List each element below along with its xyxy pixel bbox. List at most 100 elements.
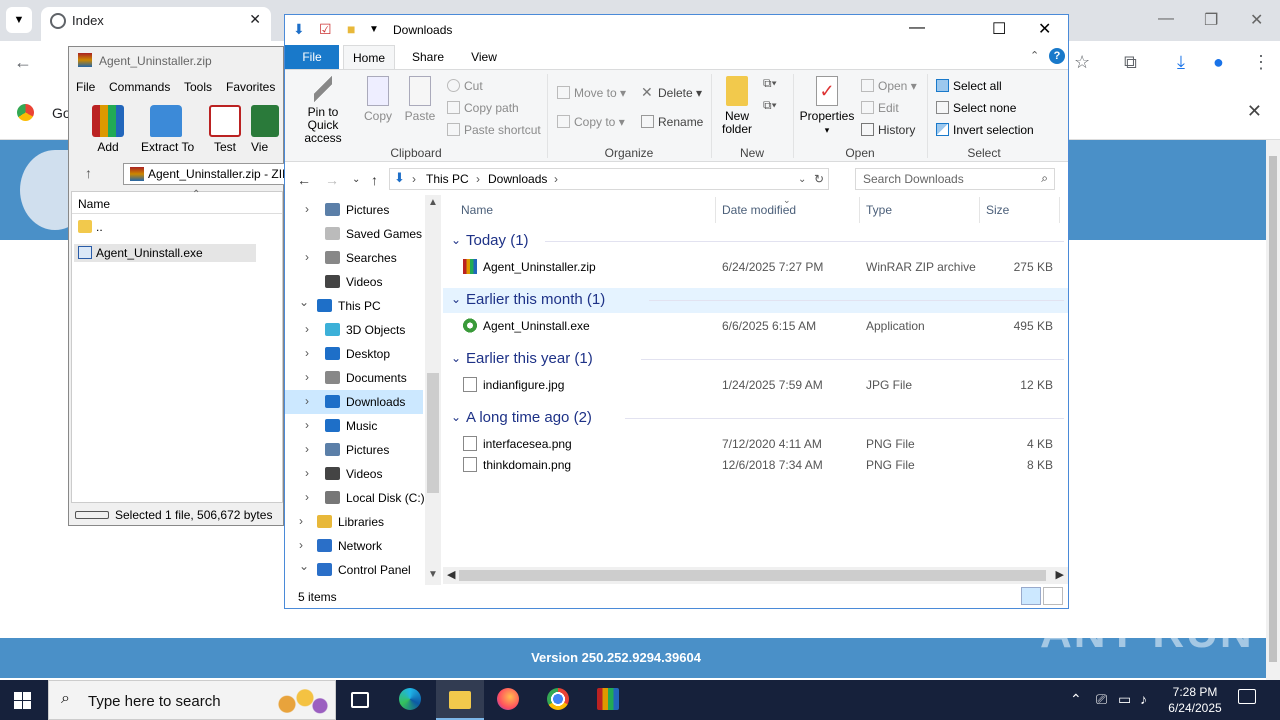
tab-home[interactable]: Home	[343, 45, 395, 69]
chevron-down-icon[interactable]: ⌄	[299, 295, 309, 309]
browser-tab[interactable]: Index ✕	[41, 7, 271, 41]
taskbar-winrar[interactable]	[584, 680, 632, 720]
nav-item-saved-games[interactable]: Saved Games	[285, 222, 423, 246]
taskbar-file-explorer[interactable]	[436, 680, 484, 720]
winrar-menu-commands[interactable]: Commands	[109, 80, 170, 94]
chevron-down-icon[interactable]: ⌄	[451, 292, 461, 306]
winrar-menu-file[interactable]: File	[76, 80, 95, 94]
profile-icon[interactable]: ●	[1213, 52, 1224, 73]
up-arrow-icon[interactable]: ↑	[371, 172, 378, 188]
nav-item-documents[interactable]: › Documents	[285, 366, 423, 390]
open-button[interactable]: Open ▾	[861, 79, 917, 93]
tray-overflow-icon[interactable]: ⌃	[1070, 691, 1082, 708]
nav-item-music[interactable]: › Music	[285, 414, 423, 438]
nav-item-control-panel[interactable]: ⌄ Control Panel	[285, 558, 423, 582]
hscroll-thumb[interactable]	[459, 570, 1046, 581]
bookmark-star-icon[interactable]: ☆	[1074, 52, 1090, 73]
nav-item-libraries[interactable]: › Libraries	[285, 510, 423, 534]
address-dropdown-icon[interactable]: ⌄	[798, 174, 806, 185]
explorer-minimize-button[interactable]: —	[909, 19, 925, 37]
winrar-address-field[interactable]: Agent_Uninstaller.zip - ZIP	[123, 163, 285, 185]
nav-item-pictures-2[interactable]: › Pictures	[285, 438, 423, 462]
taskbar-clock[interactable]: 7:28 PM 6/24/2025	[1160, 684, 1230, 716]
chevron-right-icon[interactable]: ›	[305, 442, 309, 456]
tab-view[interactable]: View	[461, 45, 507, 69]
horizontal-scrollbar[interactable]: ◀ ▶	[443, 567, 1068, 584]
chevron-down-icon[interactable]: ⌄	[451, 410, 461, 424]
winrar-view-button[interactable]: Vie	[251, 105, 285, 153]
cut-button[interactable]: Cut	[447, 79, 483, 93]
file-row[interactable]: Agent_Uninstall.exe 6/6/2025 6:15 AM Appli…	[443, 315, 1068, 336]
browser-close-button[interactable]: ✕	[1250, 10, 1263, 30]
pin-quick-access-button[interactable]: Pin to Quick access	[291, 76, 355, 145]
chevron-down-icon[interactable]: ⌄	[451, 351, 461, 365]
chevron-right-icon[interactable]: ›	[305, 394, 309, 408]
chevron-right-icon[interactable]: ›	[305, 466, 309, 480]
scroll-up-icon[interactable]: ▲	[428, 197, 438, 208]
back-arrow-icon[interactable]: ←	[297, 172, 311, 188]
nav-item-local-disk[interactable]: › Local Disk (C:)	[285, 486, 425, 510]
taskbar-firefox[interactable]	[484, 680, 532, 720]
taskbar-edge[interactable]	[386, 680, 434, 720]
new-item-icon[interactable]: ⧉▾	[763, 76, 777, 91]
file-row[interactable]: indianfigure.jpg 1/24/2025 7:59 AM JPG Fil…	[443, 374, 1068, 395]
select-all-button[interactable]: Select all	[936, 79, 1002, 93]
forward-arrow-icon[interactable]: →	[325, 172, 339, 188]
breadcrumb-this-pc[interactable]: This PC	[426, 172, 469, 186]
chevron-right-icon[interactable]: ›	[305, 346, 309, 360]
new-folder-button[interactable]: New folder	[717, 76, 757, 136]
page-scrollbar[interactable]	[1266, 140, 1280, 680]
back-icon[interactable]: ←	[14, 52, 32, 73]
help-icon[interactable]: ?	[1049, 48, 1065, 64]
group-header[interactable]: ⌄ Earlier this month (1)	[443, 288, 1068, 313]
chevron-down-icon[interactable]: ⌄	[299, 559, 309, 573]
copy-button[interactable]: Copy	[363, 76, 393, 123]
delete-button[interactable]: ✕ Delete ▾	[641, 85, 702, 100]
volume-icon[interactable]: ♪	[1140, 691, 1147, 707]
select-none-button[interactable]: Select none	[936, 101, 1016, 115]
page-scrollbar-thumb[interactable]	[1269, 156, 1277, 662]
chevron-right-icon[interactable]: ›	[299, 514, 303, 528]
nav-item-videos-2[interactable]: › Videos	[285, 462, 423, 486]
tab-share[interactable]: Share	[405, 45, 451, 69]
explorer-maximize-button[interactable]: ☐	[992, 19, 1006, 39]
nav-item-downloads[interactable]: › Downloads	[285, 390, 423, 414]
group-header[interactable]: ⌄ Earlier this year (1)	[443, 347, 1068, 372]
paste-shortcut-button[interactable]: Paste shortcut	[447, 123, 541, 137]
chevron-right-icon[interactable]: ›	[305, 418, 309, 432]
chevron-down-icon[interactable]: ⌄	[451, 233, 461, 247]
tab-search-button[interactable]: ▼	[6, 7, 32, 33]
chevron-right-icon[interactable]: ›	[305, 202, 309, 216]
nav-item-searches[interactable]: › Searches	[285, 246, 423, 270]
chevron-right-icon[interactable]: ›	[305, 250, 309, 264]
winrar-row-exe[interactable]: Agent_Uninstall.exe	[74, 244, 256, 262]
address-bar[interactable]: ⬇ › This PC › Downloads › ⌄ ↻	[389, 168, 829, 190]
scroll-right-icon[interactable]: ▶	[1056, 568, 1064, 581]
history-button[interactable]: History	[861, 123, 915, 137]
properties-button[interactable]: ✓ Properties ▾	[799, 76, 855, 137]
browser-restore-button[interactable]: ❐	[1204, 10, 1218, 30]
nav-pane-scrollbar[interactable]: ▲ ▼	[425, 195, 441, 585]
task-view-button[interactable]	[336, 680, 384, 720]
move-to-button[interactable]: Move to ▾	[557, 86, 626, 100]
up-arrow-icon[interactable]: ↑	[85, 165, 92, 181]
winrar-test-button[interactable]: Test	[200, 105, 250, 154]
edit-button[interactable]: Edit	[861, 101, 899, 115]
column-header-type[interactable]: Type	[866, 203, 892, 217]
extensions-icon[interactable]: ⧉	[1124, 52, 1137, 73]
copy-path-button[interactable]: Copy path	[447, 101, 519, 115]
nav-item-pictures[interactable]: › Pictures	[285, 198, 423, 222]
column-header-date[interactable]: Date modified	[722, 203, 796, 217]
properties-qat-icon[interactable]: ☑	[319, 21, 332, 38]
column-header-size[interactable]: Size	[986, 203, 1009, 217]
group-header[interactable]: ⌄ Today (1)	[443, 229, 1068, 254]
qat-dropdown-icon[interactable]: ▼	[369, 24, 379, 35]
nav-scroll-thumb[interactable]	[427, 373, 439, 493]
chevron-right-icon[interactable]: ›	[305, 322, 309, 336]
ethernet-icon[interactable]: ▭	[1118, 691, 1131, 708]
winrar-extract-button[interactable]: Extract To	[141, 105, 194, 154]
nav-item-this-pc[interactable]: ⌄ This PC	[285, 294, 423, 318]
download-icon[interactable]: ⤓	[1177, 52, 1185, 73]
winrar-add-button[interactable]: Add	[83, 105, 133, 154]
notification-icon[interactable]	[1238, 689, 1256, 704]
